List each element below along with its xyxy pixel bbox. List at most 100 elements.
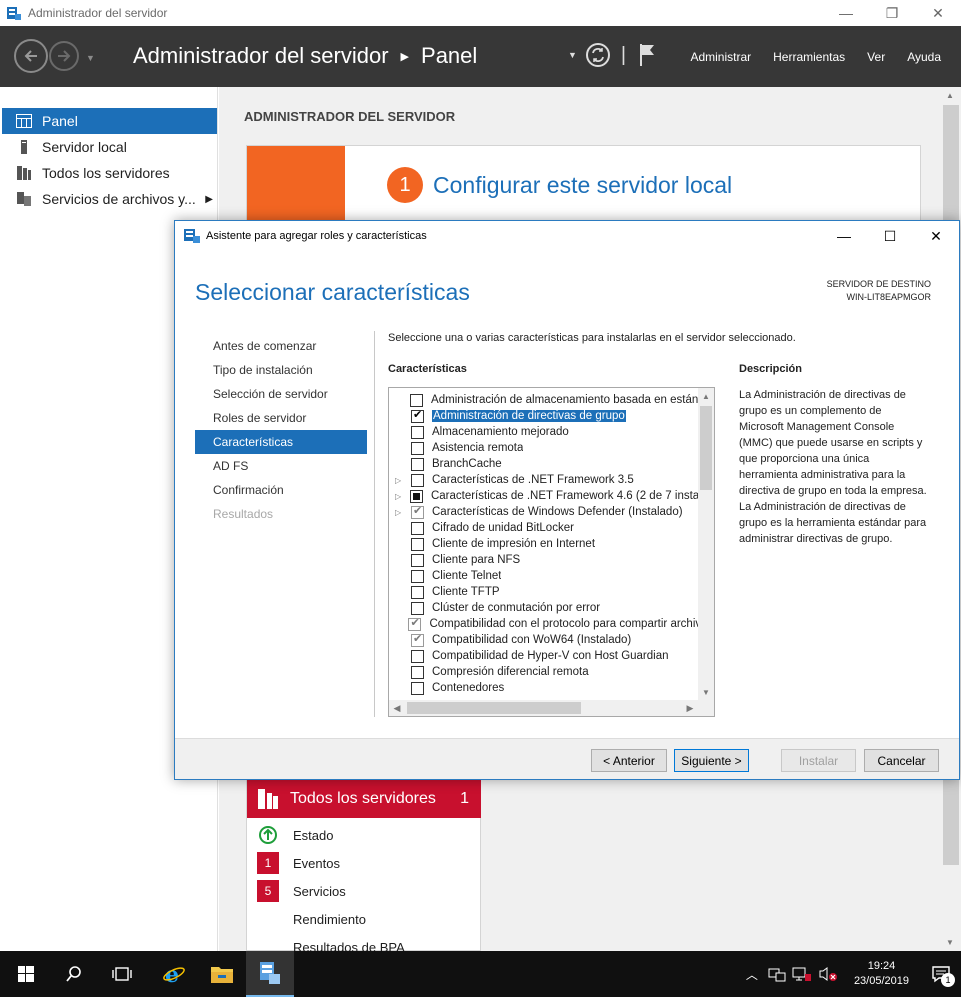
feature-item[interactable]: Contenedores bbox=[389, 680, 699, 696]
sidebar-item-servidor-local[interactable]: Servidor local bbox=[2, 134, 217, 160]
step-antes-de-comenzar[interactable]: Antes de comenzar bbox=[195, 334, 367, 358]
network-adapter-icon[interactable] bbox=[768, 966, 786, 982]
feature-item[interactable]: Administración de directivas de grupo bbox=[389, 408, 699, 424]
clock[interactable]: 19:24 23/05/2019 bbox=[854, 959, 909, 989]
volume-muted-icon[interactable] bbox=[818, 966, 838, 982]
tile-header[interactable]: Todos los servidores 1 bbox=[247, 780, 481, 818]
step-seleccion-servidor[interactable]: Selección de servidor bbox=[195, 382, 367, 406]
feature-checkbox[interactable] bbox=[409, 489, 423, 503]
feature-item[interactable]: Compresión diferencial remota bbox=[389, 664, 699, 680]
refresh-icon[interactable] bbox=[585, 42, 611, 68]
feature-checkbox[interactable] bbox=[410, 393, 424, 407]
feature-item[interactable]: Compatibilidad de Hyper-V con Host Guard… bbox=[389, 648, 699, 664]
feature-checkbox[interactable] bbox=[411, 553, 424, 567]
sidebar-item-todos-servidores[interactable]: Todos los servidores bbox=[2, 160, 217, 186]
chevron-up-icon[interactable]: ︿ bbox=[746, 966, 758, 983]
chevron-left-icon[interactable]: ◀ bbox=[389, 700, 405, 716]
feature-item[interactable]: ▷ Características de .NET Framework 3.5 bbox=[389, 472, 699, 488]
tile-row-rendimiento[interactable]: Rendimiento bbox=[257, 908, 366, 930]
search-button[interactable] bbox=[50, 951, 98, 997]
tile-row-estado[interactable]: Estado bbox=[257, 824, 333, 846]
feature-item[interactable]: Cliente Telnet bbox=[389, 568, 699, 584]
step-tipo-instalacion[interactable]: Tipo de instalación bbox=[195, 358, 367, 382]
chevron-down-icon[interactable]: ▼ bbox=[698, 684, 714, 700]
cancel-button[interactable]: Cancelar bbox=[864, 749, 939, 772]
step-caracteristicas[interactable]: Características bbox=[195, 430, 367, 454]
configure-local-server-link[interactable]: Configurar este servidor local bbox=[433, 172, 732, 199]
features-hscroll[interactable]: ◀ ▶ bbox=[389, 700, 714, 716]
tile-row-eventos[interactable]: 1 Eventos bbox=[257, 852, 340, 874]
feature-checkbox[interactable] bbox=[411, 521, 424, 535]
minimize-button[interactable]: — bbox=[823, 0, 869, 26]
expand-arrow-icon[interactable]: ▷ bbox=[395, 476, 405, 485]
chevron-right-icon[interactable]: ▶ bbox=[682, 700, 698, 716]
history-dropdown[interactable]: ▼ bbox=[86, 53, 95, 63]
menu-herramientas[interactable]: Herramientas bbox=[773, 50, 845, 64]
breadcrumb-root[interactable]: Administrador del servidor bbox=[133, 43, 389, 69]
scroll-down-icon[interactable]: ▼ bbox=[946, 938, 954, 947]
feature-checkbox[interactable] bbox=[411, 473, 424, 487]
feature-item[interactable]: Cliente de impresión en Internet bbox=[389, 536, 699, 552]
feature-item[interactable]: ▷ Características de .NET Framework 4.6 (… bbox=[389, 488, 699, 504]
feature-item[interactable]: ▷ Características de Windows Defender (In… bbox=[389, 504, 699, 520]
feature-item[interactable]: Compatibilidad con WoW64 (Instalado) bbox=[389, 632, 699, 648]
menu-ayuda[interactable]: Ayuda bbox=[907, 50, 941, 64]
menu-administrar[interactable]: Administrar bbox=[690, 50, 751, 64]
feature-item[interactable]: Asistencia remota bbox=[389, 440, 699, 456]
quickstart-step-number: 1 bbox=[387, 167, 423, 203]
feature-item[interactable]: Almacenamiento mejorado bbox=[389, 424, 699, 440]
dropdown-icon[interactable]: ▼ bbox=[568, 50, 577, 60]
restore-button[interactable]: ❐ bbox=[869, 0, 915, 26]
expand-arrow-icon[interactable]: ▷ bbox=[395, 492, 404, 501]
wizard-close-button[interactable]: ✕ bbox=[913, 221, 959, 251]
close-button[interactable]: ✕ bbox=[915, 0, 961, 26]
feature-checkbox[interactable] bbox=[411, 649, 424, 663]
wizard-minimize-button[interactable]: — bbox=[821, 221, 867, 251]
expand-arrow-icon[interactable]: ▷ bbox=[395, 508, 405, 517]
back-button[interactable] bbox=[14, 39, 48, 73]
feature-item[interactable]: BranchCache bbox=[389, 456, 699, 472]
scrollbar-thumb[interactable] bbox=[407, 702, 581, 714]
feature-checkbox[interactable] bbox=[411, 601, 424, 615]
file-explorer-button[interactable] bbox=[198, 951, 246, 997]
feature-label: Cliente Telnet bbox=[432, 570, 502, 582]
scroll-up-icon[interactable]: ▲ bbox=[946, 91, 954, 100]
internet-explorer-button[interactable]: e bbox=[150, 951, 198, 997]
feature-item[interactable]: Cliente TFTP bbox=[389, 584, 699, 600]
task-view-button[interactable] bbox=[98, 951, 146, 997]
previous-button[interactable]: < Anterior bbox=[591, 749, 667, 772]
feature-item[interactable]: Compatibilidad con el protocolo para com… bbox=[389, 616, 699, 632]
features-tree[interactable]: Administración de almacenamiento basada … bbox=[388, 387, 715, 717]
step-ad-fs[interactable]: AD FS bbox=[195, 454, 367, 478]
feature-checkbox[interactable] bbox=[411, 681, 424, 695]
tile-row-servicios[interactable]: 5 Servicios bbox=[257, 880, 346, 902]
feature-checkbox[interactable] bbox=[411, 537, 424, 551]
chevron-up-icon[interactable]: ▲ bbox=[698, 388, 714, 404]
feature-checkbox[interactable] bbox=[411, 441, 424, 455]
scrollbar-thumb[interactable] bbox=[700, 406, 712, 490]
feature-checkbox[interactable] bbox=[411, 408, 424, 423]
feature-checkbox[interactable] bbox=[411, 569, 424, 583]
feature-item[interactable]: Cifrado de unidad BitLocker bbox=[389, 520, 699, 536]
wizard-maximize-button[interactable]: ☐ bbox=[867, 221, 913, 251]
network-icon[interactable] bbox=[792, 966, 812, 982]
action-center-button[interactable]: 1 bbox=[921, 951, 961, 997]
step-confirmacion[interactable]: Confirmación bbox=[195, 478, 367, 502]
step-roles-servidor[interactable]: Roles de servidor bbox=[195, 406, 367, 430]
feature-item[interactable]: Administración de almacenamiento basada … bbox=[389, 392, 699, 408]
sidebar-item-servicios-archivos[interactable]: Servicios de archivos y... ▶ bbox=[2, 186, 217, 212]
forward-button[interactable] bbox=[49, 41, 79, 71]
sidebar-item-panel[interactable]: Panel bbox=[2, 108, 217, 134]
feature-item[interactable]: Cliente para NFS bbox=[389, 552, 699, 568]
start-button[interactable] bbox=[2, 951, 50, 997]
features-vscroll[interactable]: ▲ ▼ bbox=[698, 388, 714, 700]
flag-icon[interactable] bbox=[638, 42, 658, 68]
feature-checkbox[interactable] bbox=[411, 457, 424, 471]
feature-checkbox[interactable] bbox=[411, 585, 424, 599]
feature-checkbox[interactable] bbox=[411, 665, 424, 679]
feature-item[interactable]: Clúster de conmutación por error bbox=[389, 600, 699, 616]
next-button[interactable]: Siguiente > bbox=[674, 749, 749, 772]
menu-ver[interactable]: Ver bbox=[867, 50, 885, 64]
feature-checkbox[interactable] bbox=[411, 425, 424, 439]
server-manager-taskbar-button[interactable] bbox=[246, 951, 294, 997]
